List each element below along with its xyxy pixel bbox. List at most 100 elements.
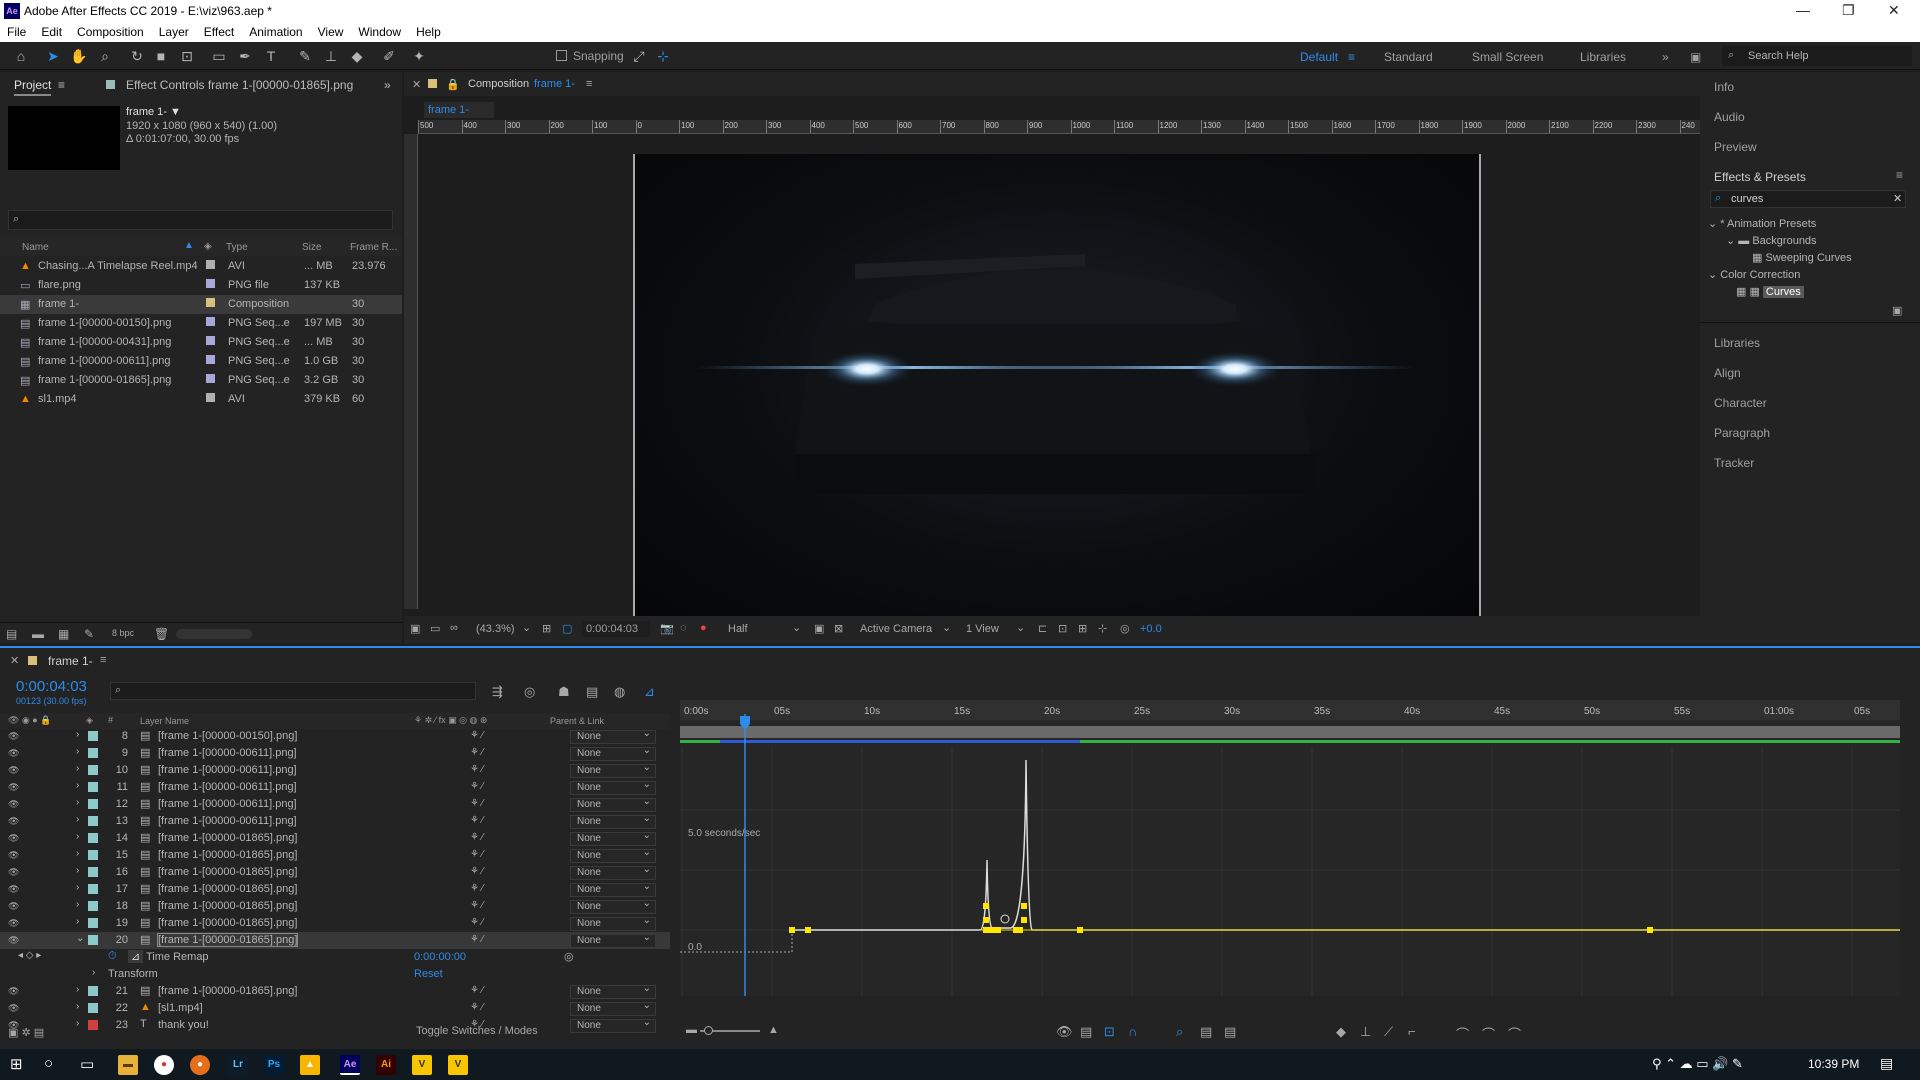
panel-menu-icon[interactable]: ≡ (58, 78, 65, 92)
tree-animation-presets[interactable]: ⌄ * Animation Presets (1708, 217, 1816, 230)
transparency-grid-icon[interactable]: ⊠ (834, 622, 843, 635)
menu-effect[interactable]: Effect (197, 22, 242, 39)
layer-color-swatch[interactable] (88, 935, 98, 945)
linear-keyframe-icon[interactable]: ⟋ (1384, 1024, 1393, 1040)
layer-row[interactable]: 👁 19 [frame 1-[00000-01865].png] ⚘ ⁄ None › ▤ (0, 915, 670, 932)
tree-color-correction[interactable]: ⌄ Color Correction (1708, 268, 1800, 281)
layer-color-swatch[interactable] (88, 986, 98, 996)
workspace-default[interactable]: Default (1300, 50, 1338, 64)
panel-character[interactable]: Character (1714, 396, 1767, 410)
tray-icons[interactable]: ⚲ ⌃ ☁ ▭ 🔊 ✎ (1652, 1056, 1743, 1072)
menu-edit[interactable]: Edit (34, 22, 70, 39)
clock[interactable]: 10:39 PM (1808, 1057, 1859, 1071)
panel-overflow-icon[interactable]: » (384, 78, 391, 92)
parent-dropdown[interactable]: None (570, 881, 656, 897)
snapping-checkbox[interactable] (556, 50, 567, 61)
current-time-field[interactable]: 0:00:04:03 (582, 621, 650, 637)
sort-ascending-icon[interactable]: ▲ (184, 240, 194, 251)
tab-composition-label[interactable]: Composition (468, 78, 529, 90)
motion-blur-icon[interactable]: ◍ (614, 684, 625, 700)
parent-dropdown[interactable]: None (570, 915, 656, 931)
clear-search-icon[interactable]: ✕ (1893, 192, 1902, 205)
column-parent[interactable]: Parent & Link (550, 716, 604, 726)
layer-color-swatch[interactable] (88, 867, 98, 877)
layer-color-swatch[interactable] (88, 731, 98, 741)
flowchart-icon[interactable]: ⊹ (1098, 622, 1107, 635)
fit-all-icon[interactable]: ▤ (1200, 1024, 1212, 1040)
layer-switches[interactable]: ⚘ ⁄ (470, 832, 483, 843)
separate-dimensions-icon[interactable]: ▤ (1224, 1024, 1236, 1040)
panel-info[interactable]: Info (1714, 80, 1734, 94)
monitor-icon[interactable]: ▭ (430, 622, 440, 635)
settings-icon[interactable]: ✎ (84, 627, 94, 641)
project-item[interactable]: ▤ frame 1-[00000-00431].png PNG Seq...e...… (0, 333, 402, 352)
panel-preview[interactable]: Preview (1714, 140, 1757, 154)
panel-effects-presets[interactable]: Effects & Presets (1714, 170, 1806, 184)
zoom-out-icon[interactable]: ▬ (686, 1024, 697, 1036)
clone-stamp-tool-icon[interactable]: ⊥ (322, 47, 340, 65)
label-color-swatch[interactable] (206, 374, 215, 383)
chevron-right-icon[interactable]: › (76, 729, 79, 740)
chevron-right-icon[interactable]: › (76, 746, 79, 757)
layer-switches[interactable]: ⚘ ⁄ (470, 747, 483, 758)
chevron-right-icon[interactable]: › (76, 865, 79, 876)
reset-exposure-icon[interactable]: ◎ (1120, 622, 1130, 635)
easy-ease-out-icon[interactable]: ⌒ (1508, 1024, 1521, 1043)
eye-icon[interactable]: 👁 (8, 850, 19, 861)
panel-menu-icon[interactable]: ≡ (586, 78, 592, 90)
tree-curves[interactable]: ▦ ▦ Curves (1736, 285, 1804, 298)
maximize-button[interactable]: ❐ (1842, 2, 1855, 19)
lightroom-icon[interactable]: Lr (228, 1055, 248, 1075)
shy-layers-icon[interactable]: ☗ (558, 684, 570, 700)
hold-keyframe-icon[interactable]: ⊥ (1360, 1024, 1371, 1040)
project-item[interactable]: ▲ Chasing...A Timelapse Reel.mp4 AVI ... MB… (0, 257, 402, 276)
zoom-tool-icon[interactable]: ⌕ (96, 47, 114, 65)
layer-row[interactable]: 👁 13 [frame 1-[00000-00611].png] ⚘ ⁄ None › ▤ (0, 813, 670, 830)
eye-icon[interactable]: 👁 (8, 986, 19, 997)
chevron-down-icon[interactable]: ⌄ (942, 621, 951, 634)
delete-icon[interactable]: 🗑 (154, 627, 169, 641)
composition-navigator-tab[interactable]: frame 1- (424, 102, 494, 118)
layer-color-swatch[interactable] (88, 748, 98, 758)
fit-selection-icon[interactable]: ⌕ (1176, 1024, 1183, 1040)
project-item[interactable]: ▤ frame 1-[00000-01865].png PNG Seq...e 3.2… (0, 371, 402, 390)
puppet-tool-icon[interactable]: ✦ (410, 47, 428, 65)
current-time-display[interactable]: 0:00:04:03 (16, 678, 87, 695)
tab-effect-controls[interactable]: Effect Controls frame 1-[00000-01865].pn… (126, 78, 353, 92)
chevron-down-icon[interactable]: ⌄ (76, 933, 84, 944)
parent-dropdown[interactable]: None (570, 830, 656, 846)
graph-editor-icon[interactable]: ⊿ (644, 684, 655, 700)
panel-libraries[interactable]: Libraries (1714, 336, 1760, 350)
home-icon[interactable]: ⌂ (12, 47, 30, 65)
graph-type-icon[interactable]: ▤ (1080, 1024, 1092, 1040)
magnification-value[interactable]: (43.3%) (476, 623, 515, 635)
layer-row[interactable]: 👁 12 [frame 1-[00000-00611].png] ⚘ ⁄ None › ▤ (0, 796, 670, 813)
transform-box-icon[interactable]: ⊡ (1104, 1024, 1115, 1040)
menu-composition[interactable]: Composition (70, 22, 152, 39)
layer-row[interactable]: 👁 10 [frame 1-[00000-00611].png] ⚘ ⁄ None › ▤ (0, 762, 670, 779)
type-tool-icon[interactable]: T (262, 47, 280, 65)
layer-color-swatch[interactable] (88, 901, 98, 911)
exposure-value[interactable]: +0.0 (1140, 623, 1162, 635)
tree-backgrounds[interactable]: ⌄ ▬ Backgrounds (1726, 234, 1817, 247)
layer-color-swatch[interactable] (88, 833, 98, 843)
mask-visibility-icon[interactable]: ∞ (450, 622, 458, 634)
eye-icon[interactable]: 👁 (8, 1003, 19, 1014)
label-color-swatch[interactable] (206, 336, 215, 345)
panel-audio[interactable]: Audio (1714, 110, 1745, 124)
time-remap-value[interactable]: 0:00:00:00 (414, 951, 466, 963)
view-layout-dropdown[interactable]: 1 View (966, 623, 999, 635)
layer-switches[interactable]: ⚘ ⁄ (470, 1002, 483, 1013)
graph-editor[interactable]: 0:00s 05s 10s 15s 20s 25s 30s 35s 40s 45s 50s 55s 01… (680, 700, 1900, 996)
layer-row[interactable]: 👁 21 [frame 1-[00000-01865].png] ⚘ ⁄ None › ▤ (0, 983, 670, 1000)
layer-row[interactable]: 👁 8 [frame 1-[00000-00150].png] ⚘ ⁄ None › ▤ (0, 728, 670, 745)
layer-switches[interactable]: ⚘ ⁄ (470, 917, 483, 928)
sync-settings-icon[interactable]: ▣ (1690, 50, 1701, 64)
view-camera-dropdown[interactable]: Active Camera (860, 623, 932, 635)
brush-tool-icon[interactable]: ✎ (296, 47, 314, 65)
layer-row[interactable]: 👁 22 [sl1.mp4] ⚘ ⁄ None › ▲ (0, 1000, 670, 1017)
layer-switches[interactable]: ⚘ ⁄ (470, 849, 483, 860)
chevron-right-icon[interactable]: › (76, 984, 79, 995)
easy-ease-icon[interactable]: ⌒ (1456, 1024, 1469, 1043)
notifications-icon[interactable]: ▤ (1880, 1055, 1893, 1072)
